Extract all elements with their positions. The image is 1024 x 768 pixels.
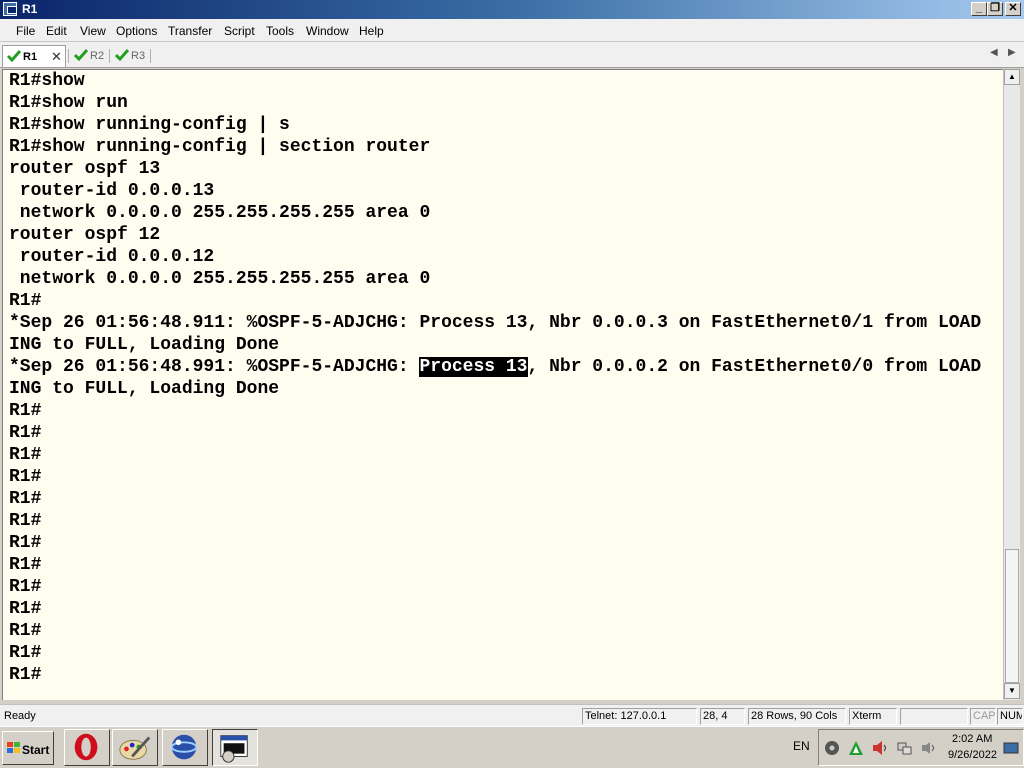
- status-ready-text: Ready: [4, 710, 36, 722]
- terminal-text: *Sep 26 01:56:48.991: %OSPF-5-ADJCHG:: [9, 357, 420, 377]
- terminal-line: *Sep 26 01:56:48.911: %OSPF-5-ADJCHG: Pr…: [9, 313, 982, 333]
- terminal-text: , Nbr 0.0.0.2 on FastEthernet0/0 from LO…: [527, 357, 982, 377]
- status-cursor-position: 28, 4: [700, 708, 745, 725]
- scrollbar-thumb[interactable]: [1005, 549, 1019, 683]
- tab-divider: [109, 49, 110, 63]
- restore-button[interactable]: ❐: [987, 2, 1003, 16]
- terminal-line: network 0.0.0.0 255.255.255.255 area 0: [9, 203, 431, 223]
- terminal-line: R1#: [9, 445, 42, 465]
- scroll-down-button[interactable]: ▼: [1004, 683, 1020, 699]
- start-button[interactable]: Start: [2, 731, 54, 765]
- tab-divider: [68, 49, 69, 63]
- taskbar-paint-button[interactable]: [112, 729, 158, 766]
- terminal-line: R1#show running-config | s: [9, 115, 290, 135]
- menu-script[interactable]: Script: [224, 24, 255, 38]
- terminal-line-with-selection: *Sep 26 01:56:48.991: %OSPF-5-ADJCHG: Pr…: [9, 356, 981, 378]
- securecrt-icon: [220, 735, 248, 763]
- terminal-output[interactable]: R1#show R1#show run R1#show running-conf…: [2, 69, 1003, 700]
- terminal-line: R1#: [9, 599, 42, 619]
- speaker-icon[interactable]: [921, 740, 937, 756]
- session-tab-bar: R1 ✕ R2 R3 ◀ ▶: [0, 42, 1024, 68]
- menu-edit[interactable]: Edit: [46, 24, 67, 38]
- terminal-line: router-id 0.0.0.12: [9, 247, 215, 267]
- terminal-line: R1#: [9, 467, 42, 487]
- taskbar-securecrt-button[interactable]: [212, 729, 258, 766]
- opera-icon: [74, 733, 98, 761]
- terminal-line: R1#: [9, 489, 42, 509]
- status-empty-panel: [900, 708, 968, 725]
- terminal-line: R1#: [9, 533, 42, 553]
- status-terminal-size: 28 Rows, 90 Cols: [748, 708, 846, 725]
- tab-r1[interactable]: R1 ✕: [2, 45, 66, 67]
- language-indicator[interactable]: EN: [793, 739, 810, 753]
- menu-help[interactable]: Help: [359, 24, 384, 38]
- menu-options[interactable]: Options: [116, 24, 157, 38]
- terminal-line: ING to FULL, Loading Done: [9, 335, 280, 355]
- tab-divider: [150, 49, 151, 63]
- close-button[interactable]: ✕: [1005, 2, 1021, 16]
- terminal-line: R1#: [9, 423, 42, 443]
- status-caps-lock: CAP: [970, 708, 996, 725]
- connected-check-icon: [74, 49, 88, 62]
- window-title: R1: [22, 2, 38, 16]
- terminal-line: R1#: [9, 577, 42, 597]
- terminal-line: R1#show: [9, 71, 85, 91]
- menu-tools[interactable]: Tools: [266, 24, 294, 38]
- clock-date[interactable]: 9/26/2022: [948, 749, 997, 761]
- menu-window[interactable]: Window: [306, 24, 349, 38]
- network-computer-icon[interactable]: [897, 740, 913, 756]
- tab-label: R2: [90, 50, 105, 62]
- menu-view[interactable]: View: [80, 24, 106, 38]
- network-triangle-icon[interactable]: [848, 740, 864, 756]
- connected-check-icon: [7, 50, 21, 63]
- tab-r3[interactable]: R3: [111, 45, 151, 67]
- app-icon[interactable]: [3, 2, 17, 16]
- selected-text[interactable]: Process 13: [419, 357, 528, 377]
- terminal-line: R1#: [9, 511, 42, 531]
- terminal-line: R1#: [9, 555, 42, 575]
- status-bar: Ready Telnet: 127.0.0.1 28, 4 28 Rows, 9…: [0, 704, 1024, 726]
- status-connection: Telnet: 127.0.0.1: [582, 708, 697, 725]
- tab-close-icon[interactable]: ✕: [51, 49, 62, 65]
- tab-label: R1: [23, 51, 38, 63]
- paint-icon: [119, 736, 151, 760]
- menu-transfer[interactable]: Transfer: [168, 24, 212, 38]
- terminal-line: R1#: [9, 643, 42, 663]
- menu-bar: File Edit View Options Transfer Script T…: [0, 19, 1024, 42]
- tab-scroll-left-icon[interactable]: ◀: [990, 47, 998, 58]
- start-label: Start: [22, 743, 50, 757]
- terminal-line: R1#show running-config | section router: [9, 137, 431, 157]
- terminal-line: R1#show run: [9, 93, 128, 113]
- tab-r2[interactable]: R2: [70, 45, 110, 67]
- terminal-line: ING to FULL, Loading Done: [9, 379, 280, 399]
- show-desktop-icon[interactable]: [1003, 740, 1019, 756]
- scroll-up-button[interactable]: ▲: [1004, 69, 1020, 85]
- terminal-line: R1#: [9, 621, 42, 641]
- status-num-lock: NUM: [997, 708, 1023, 725]
- terminal-line: network 0.0.0.0 255.255.255.255 area 0: [9, 269, 431, 289]
- volume-icon[interactable]: [872, 740, 888, 756]
- windows-logo-icon: [7, 742, 21, 755]
- taskbar-gns3-button[interactable]: [162, 729, 208, 766]
- disc-icon[interactable]: [824, 740, 840, 756]
- tab-scroll-right-icon[interactable]: ▶: [1008, 47, 1016, 58]
- gns3-icon: [170, 734, 198, 760]
- taskbar-opera-button[interactable]: [64, 729, 110, 766]
- terminal-line: R1#: [9, 291, 42, 311]
- taskbar: Start EN 2:02 AM 9/26/2022: [0, 726, 1024, 768]
- terminal-line: router ospf 13: [9, 159, 161, 179]
- vertical-scrollbar[interactable]: ▲ ▼: [1003, 69, 1020, 700]
- tab-label: R3: [131, 50, 146, 62]
- connected-check-icon: [115, 49, 129, 62]
- terminal-line: router-id 0.0.0.13: [9, 181, 215, 201]
- terminal-line: router ospf 12: [9, 225, 161, 245]
- menu-file[interactable]: File: [16, 24, 35, 38]
- terminal-line: R1#: [9, 401, 42, 421]
- status-emulation: Xterm: [849, 708, 897, 725]
- terminal-line: R1#: [9, 665, 42, 685]
- minimize-button[interactable]: _: [971, 2, 987, 16]
- clock-time[interactable]: 2:02 AM: [952, 733, 992, 745]
- title-bar: R1 _ ❐ ✕: [0, 0, 1024, 19]
